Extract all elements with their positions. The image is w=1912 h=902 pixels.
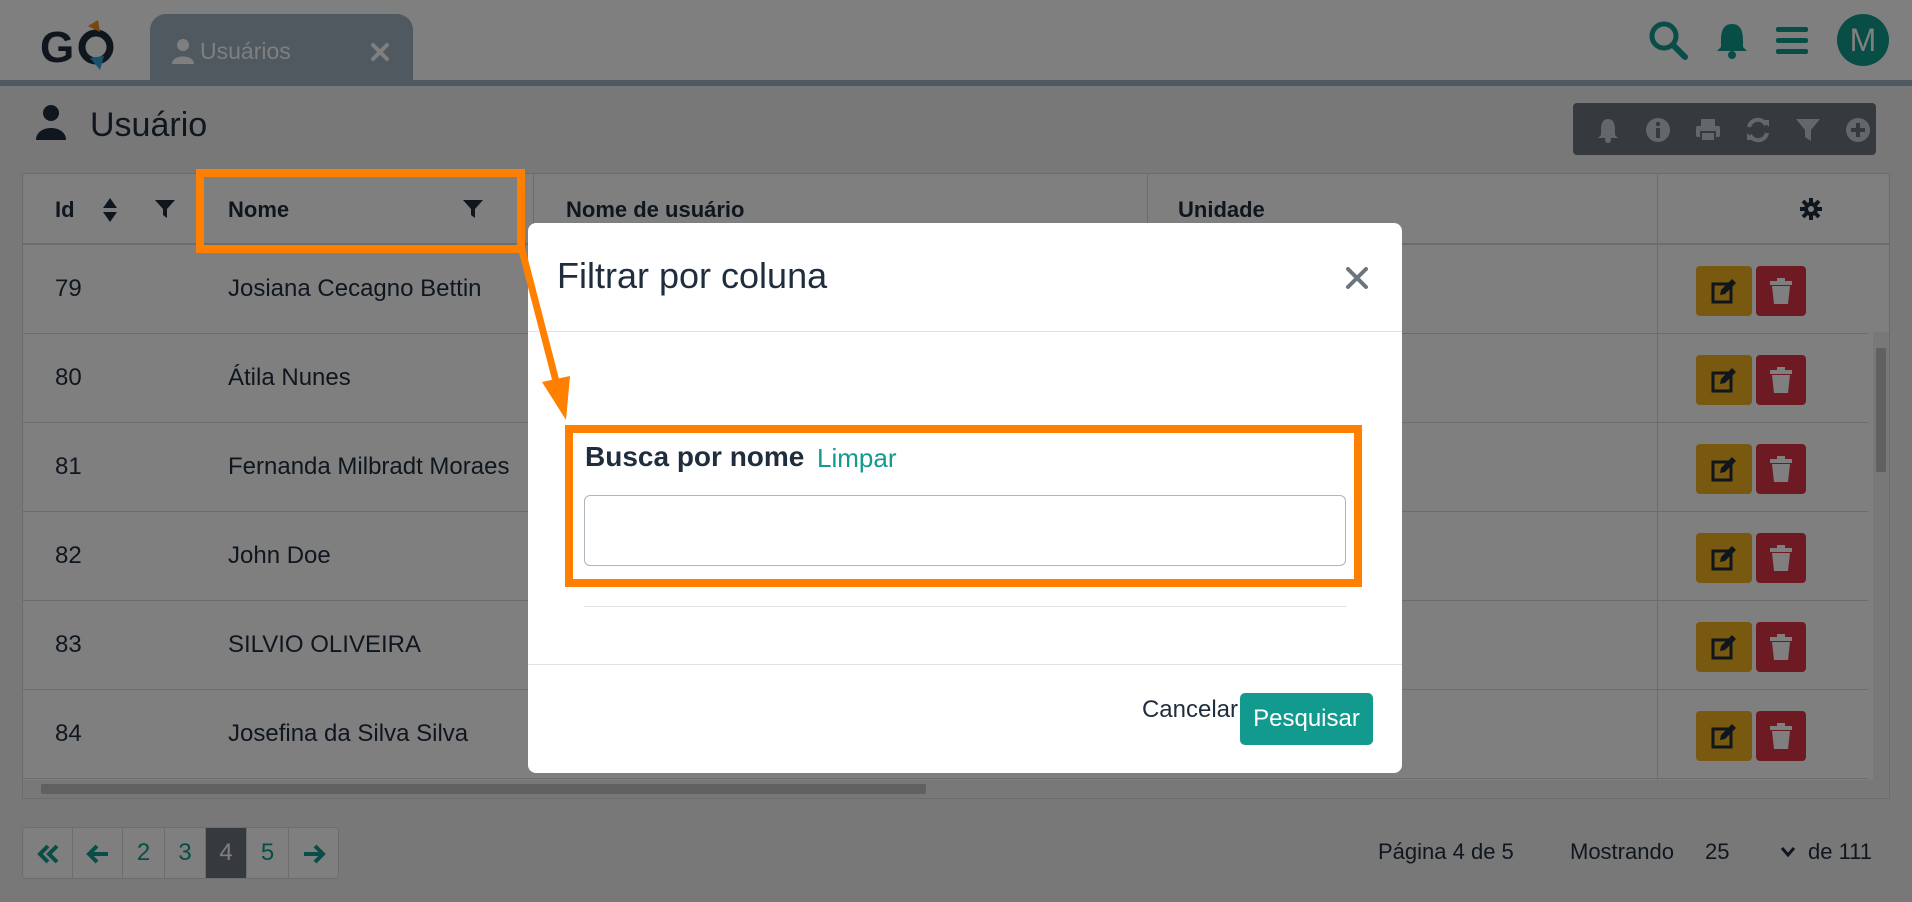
highlight-arrow bbox=[518, 249, 570, 420]
